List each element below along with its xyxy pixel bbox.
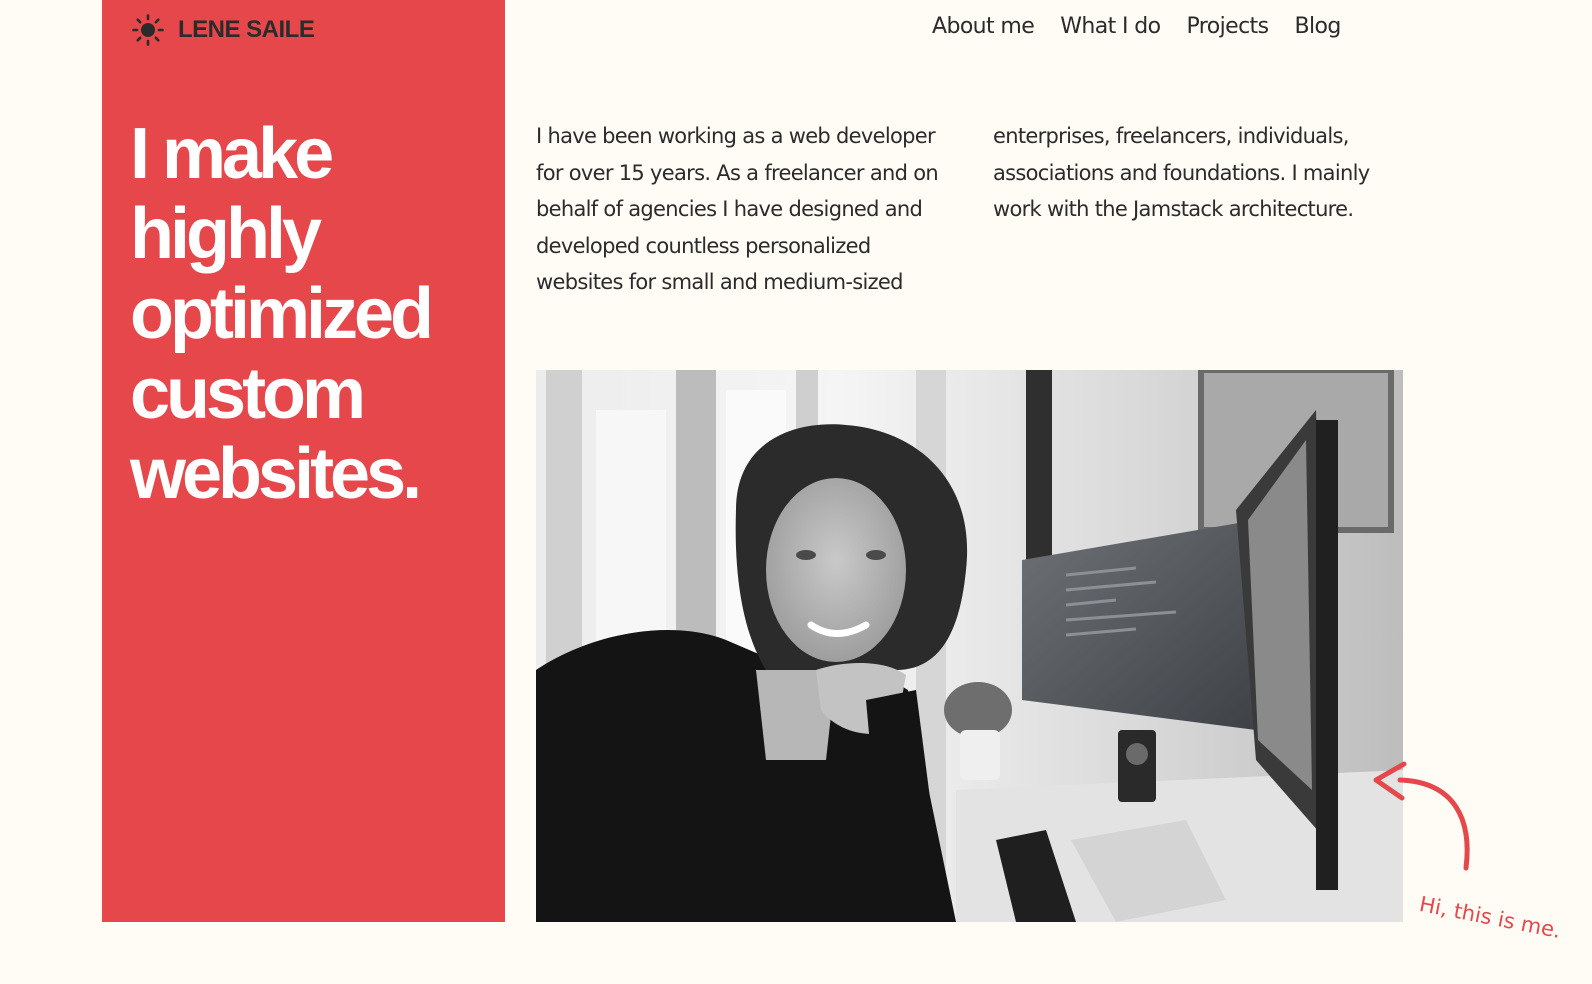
nav-link-projects[interactable]: Projects [1187,14,1270,39]
hero-panel: LENE SAILE I make highly optimized custo… [102,0,505,922]
brand-home-link[interactable]: LENE SAILE [132,14,315,46]
headline-line: I make [130,114,334,194]
headline-line: websites. [130,434,422,514]
headline-line: highly [130,194,322,274]
hero-headline: I make highly optimized custom websites. [130,114,500,514]
main-nav: About me What I do Projects Blog [932,14,1341,39]
headline-line: optimized [130,274,434,354]
brand-name: LENE SAILE [178,16,315,43]
nav-link-what-i-do[interactable]: What I do [1060,14,1161,39]
nav-link-about-me[interactable]: About me [932,14,1035,39]
intro-text: I have been working as a web developer f… [536,124,1370,294]
portrait-photo [536,370,1403,922]
nav-link-blog[interactable]: Blog [1294,14,1341,39]
portrait-caption: Hi, this is me. [1417,892,1563,943]
curved-arrow-icon [1373,761,1470,871]
sun-icon [132,14,164,46]
headline-line: custom [130,354,366,434]
